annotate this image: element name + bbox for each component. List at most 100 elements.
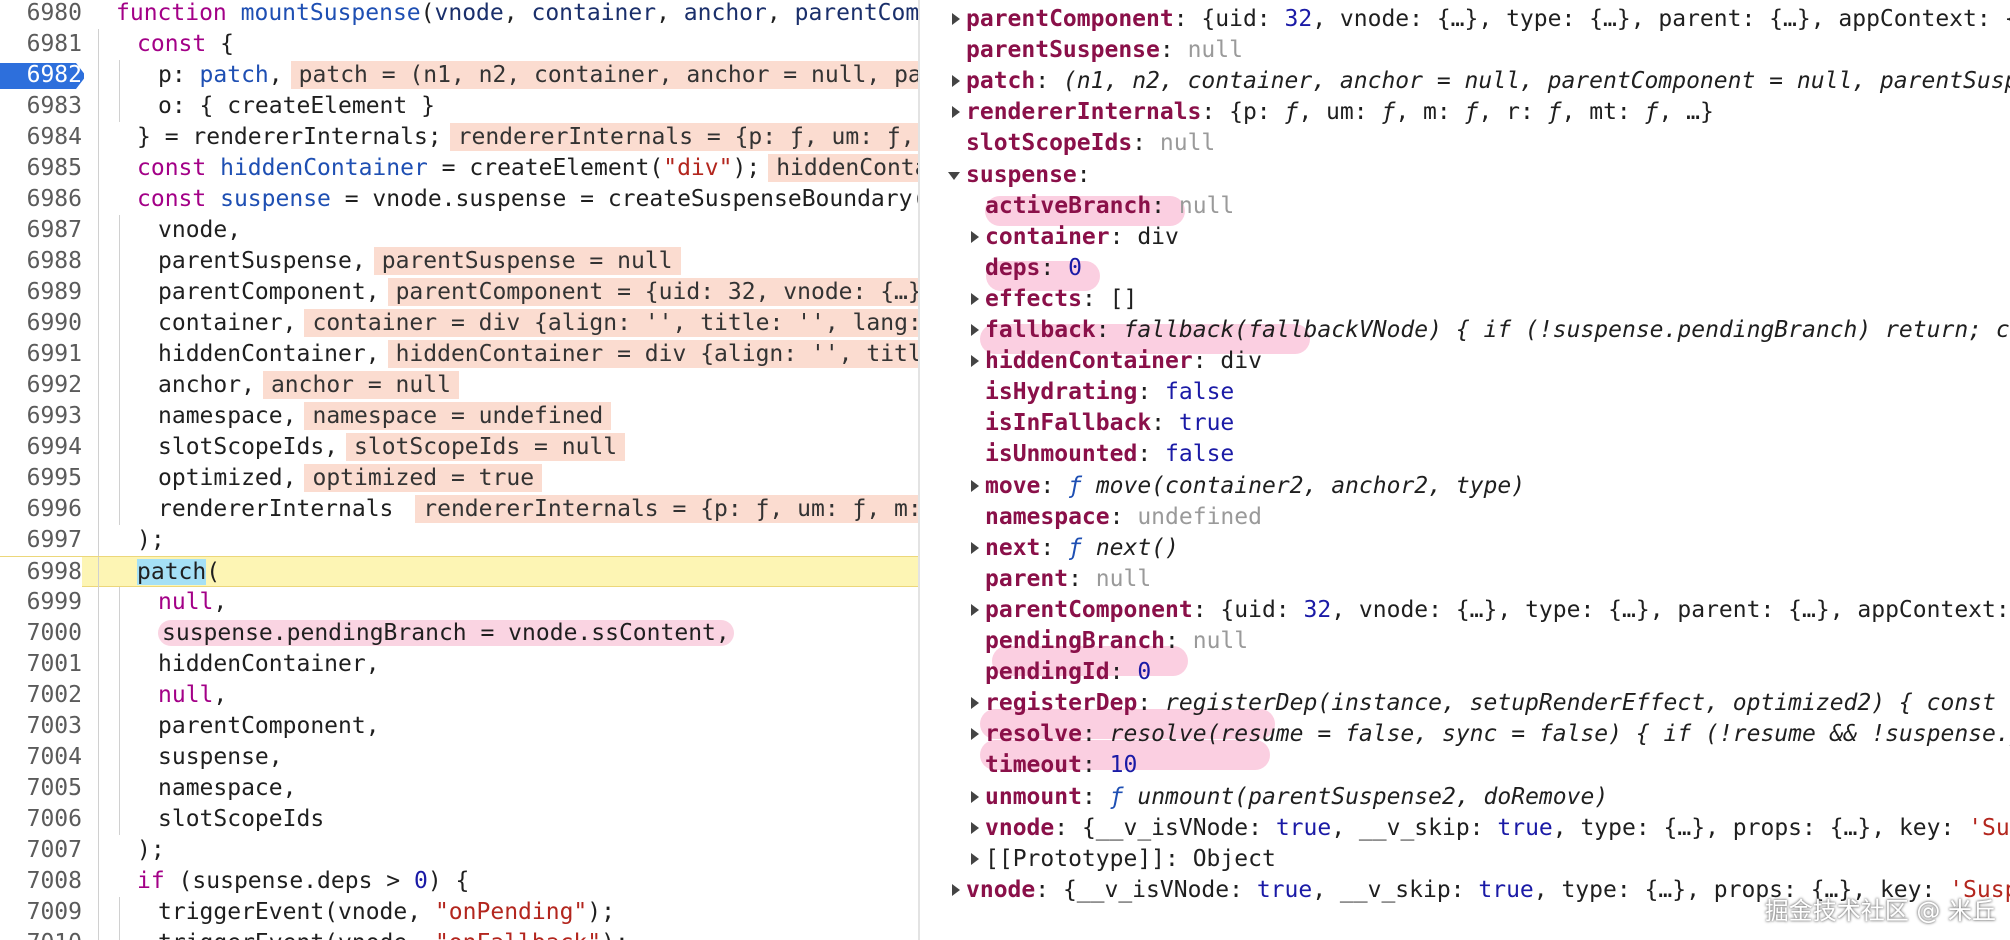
expand-triangle-icon[interactable] [971,479,979,492]
code-line[interactable]: 6995 optimized, optimized = true [0,463,918,494]
code-line[interactable]: 6982 p: patch, patch = (n1, n2, container,… [0,60,918,91]
scope-variable-row[interactable]: deps: 0 [985,253,1082,284]
line-number[interactable]: 7010 [0,928,82,940]
expand-triangle-icon[interactable] [971,324,979,336]
code-line[interactable]: 7010 triggerEvent(vnode, "onFallback"); [0,928,918,940]
line-number[interactable]: 6991 [0,339,82,370]
line-number[interactable]: 7001 [0,649,82,680]
scope-variable-row[interactable]: isUnmounted: false [985,439,1234,470]
line-number[interactable]: 6995 [0,463,82,494]
line-number[interactable]: 6998 [0,557,82,588]
line-number[interactable]: 7000 [0,618,82,649]
scope-variable-row[interactable]: pendingBranch: null [985,626,1248,657]
line-number[interactable]: 7008 [0,866,82,897]
scope-variable-row[interactable]: unmount: ƒ unmount(parentSuspense2, doRe… [985,782,1608,813]
line-number[interactable]: 6981 [0,29,82,60]
scope-variable-row[interactable]: rendererInternals: {p: ƒ, um: ƒ, m: ƒ, r… [966,97,1714,128]
scope-variable-row[interactable]: effects: [] [985,284,1137,315]
line-number[interactable]: 6992 [0,370,82,401]
line-number[interactable]: 6996 [0,494,82,525]
expand-triangle-icon[interactable] [971,355,979,368]
source-editor[interactable]: 6980 function mountSuspense(vnode, contai… [0,0,918,940]
expand-triangle-icon[interactable] [971,603,979,616]
expand-triangle-icon[interactable] [952,75,960,88]
collapse-triangle-icon[interactable] [948,171,960,180]
code-line[interactable]: 6999 null, [0,587,918,618]
code-line[interactable]: 6992 anchor, anchor = null [0,370,918,401]
scope-variable-row[interactable]: parent: null [985,564,1151,595]
line-number[interactable]: 6988 [0,246,82,277]
code-line[interactable]: 7003 parentComponent, [0,711,918,742]
scope-variable-row[interactable]: isInFallback: true [985,408,1234,439]
line-number[interactable]: 7005 [0,773,82,804]
scope-variable-row[interactable]: vnode: {__v_isVNode: true, __v_skip: tru… [985,813,2010,844]
code-line[interactable]: 6997); [0,525,918,556]
line-number[interactable]: 7006 [0,804,82,835]
scope-variable-row[interactable]: registerDep: registerDep(instance, setup… [985,688,2010,719]
code-line[interactable]: 7009 triggerEvent(vnode, "onPending"); [0,897,918,928]
line-number[interactable]: 7004 [0,742,82,773]
expand-triangle-icon[interactable] [971,541,979,554]
line-number[interactable]: 7002 [0,680,82,711]
line-number[interactable]: 6997 [0,525,82,556]
scope-variable-row[interactable]: hiddenContainer: div [985,346,1262,377]
line-number[interactable]: 6985 [0,153,82,184]
expand-triangle-icon[interactable] [971,790,979,803]
scope-variable-row[interactable]: timeout: 10 [985,750,1137,781]
line-number[interactable]: 6993 [0,401,82,432]
scope-variable-row[interactable]: parentComponent: {uid: 32, vnode: {…}, t… [985,595,2010,626]
scope-variable-row[interactable]: pendingId: 0 [985,657,1151,688]
code-line[interactable]: 6996 rendererInternals rendererInternals … [0,494,918,525]
code-line[interactable]: 6988 parentSuspense, parentSuspense = null [0,246,918,277]
scope-variable-row[interactable]: move: ƒ move(container2, anchor2, type) [985,471,1525,502]
line-number[interactable]: 6982 [0,60,82,91]
code-line[interactable]: 7002 null, [0,680,918,711]
code-line[interactable]: 6981 const { [0,29,918,60]
expand-triangle-icon[interactable] [971,230,979,243]
code-line[interactable]: 7005 namespace, [0,773,918,804]
code-line[interactable]: 6984} = rendererInternals; rendererIntern… [0,122,918,153]
code-line[interactable]: 7001 hiddenContainer, [0,649,918,680]
scope-variable-row[interactable]: isHydrating: false [985,377,1234,408]
line-number[interactable]: 6983 [0,91,82,122]
line-number[interactable]: 7007 [0,835,82,866]
scope-variable-row[interactable]: container: div [985,222,1179,253]
scope-variable-row[interactable]: suspense: [966,160,1091,191]
scope-variable-row[interactable]: resolve: resolve(resume = false, sync = … [985,719,2010,750]
code-line[interactable]: 7000 suspense.pendingBranch = vnode.ssCon… [0,618,918,649]
code-line[interactable]: 6986 const suspense = vnode.suspense = cr… [0,184,918,215]
expand-triangle-icon[interactable] [971,821,979,834]
scope-variable-row[interactable]: parentComponent: {uid: 32, vnode: {…}, t… [966,4,2010,35]
code-line[interactable]: 6989 parentComponent, parentComponent = {u… [0,277,918,308]
code-line[interactable]: 7006 slotScopeIds [0,804,918,835]
code-line[interactable]: 6987 vnode, [0,215,918,246]
line-number[interactable]: 6987 [0,215,82,246]
code-line[interactable]: 7004 suspense, [0,742,918,773]
code-line[interactable]: 7007); [0,835,918,866]
expand-triangle-icon[interactable] [971,852,979,865]
line-number[interactable]: 6986 [0,184,82,215]
line-number[interactable]: 6980 [0,0,82,29]
scope-variable-row[interactable]: patch: (n1, n2, container, anchor = null… [966,66,2010,97]
line-number[interactable]: 6999 [0,587,82,618]
line-number[interactable]: 6984 [0,122,82,153]
line-number[interactable]: 6989 [0,277,82,308]
expand-triangle-icon[interactable] [952,106,960,119]
code-line[interactable]: 6980 function mountSuspense(vnode, contai… [0,0,918,29]
line-number[interactable]: 7003 [0,711,82,742]
code-line[interactable]: 7008 if (suspense.deps > 0) { [0,866,918,897]
scope-variable-row[interactable]: parentSuspense: null [966,35,1243,66]
line-number[interactable]: 7009 [0,897,82,928]
expand-triangle-icon[interactable] [971,292,979,305]
expand-triangle-icon[interactable] [971,728,979,741]
line-number[interactable]: 6990 [0,308,82,339]
code-line[interactable]: 6991 hiddenContainer, hiddenContainer = di… [0,339,918,370]
code-line[interactable]: 6993 namespace, namespace = undefined [0,401,918,432]
scope-panel[interactable]: parentComponent: {uid: 32, vnode: {…}, t… [920,0,2010,940]
expand-triangle-icon[interactable] [952,883,960,896]
code-line[interactable]: 6983 o: { createElement } [0,91,918,122]
scope-variable-row[interactable]: next: ƒ next() [985,533,1179,564]
code-line[interactable]: 6990 container, container = div {align: ''… [0,308,918,339]
line-number[interactable]: 6994 [0,432,82,463]
code-line-current[interactable]: 6998 patch( [0,556,918,588]
